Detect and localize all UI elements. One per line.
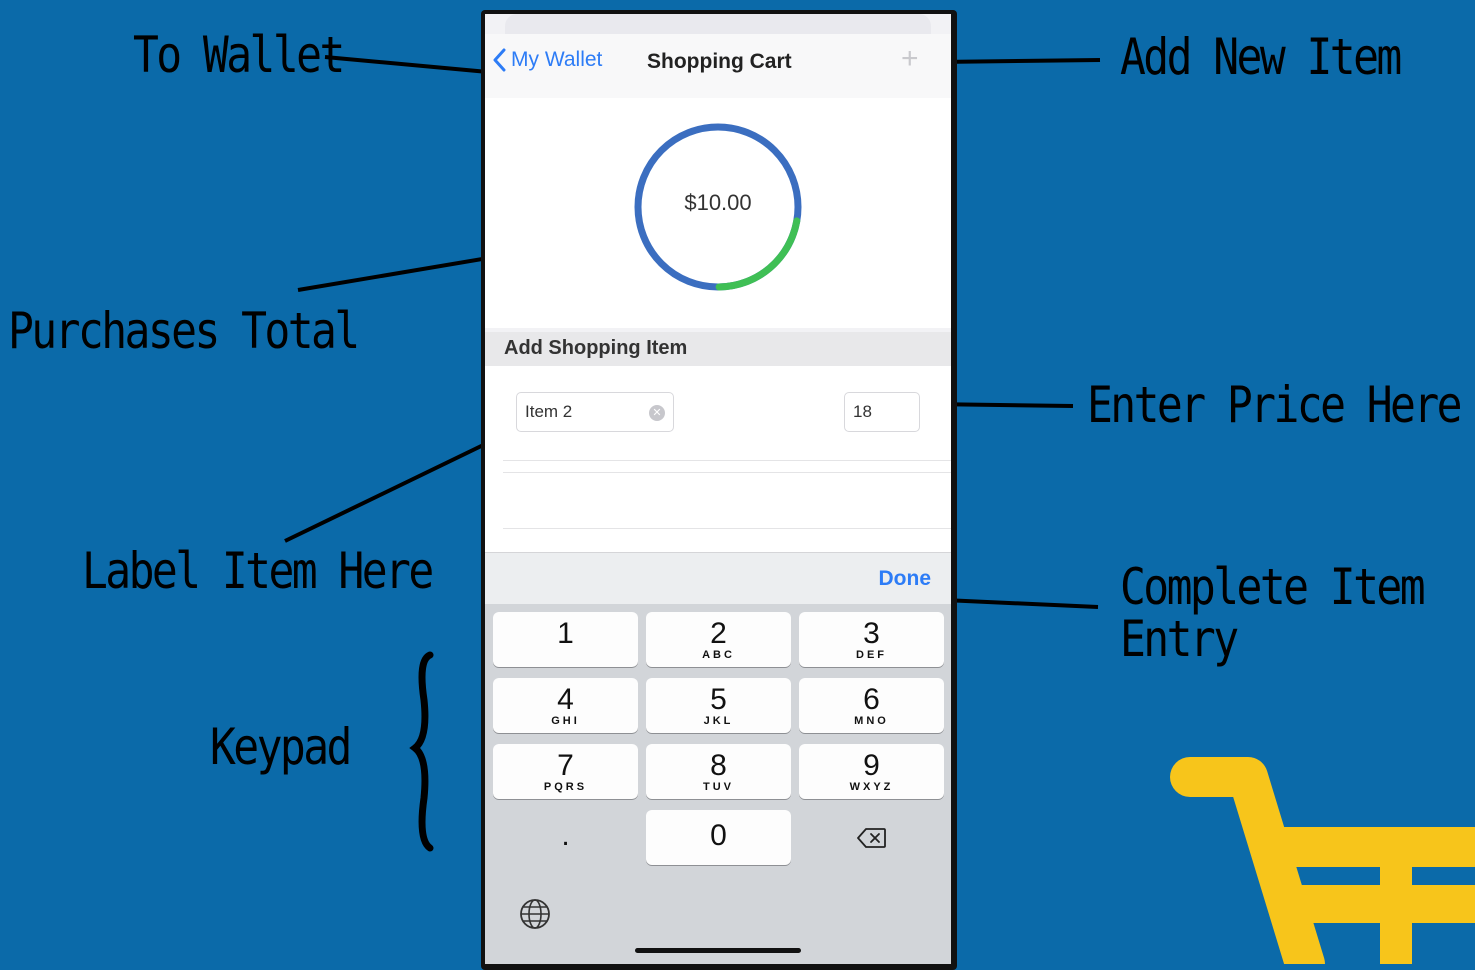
key-digit: 9 bbox=[863, 749, 880, 782]
price-input[interactable]: 18 bbox=[844, 392, 920, 432]
key-letters: PQRS bbox=[543, 781, 588, 793]
shopping-cart-icon bbox=[1170, 757, 1475, 964]
to-wallet-callout: To Wallet bbox=[133, 26, 345, 84]
key-2[interactable]: 2 ABC bbox=[646, 612, 791, 667]
add-item-form: Item 2 ✕ 18 bbox=[485, 366, 951, 552]
total-panel: $10.00 bbox=[485, 98, 951, 328]
key-7[interactable]: 7 PQRS bbox=[493, 744, 638, 799]
key-digit: 3 bbox=[863, 617, 880, 650]
sheet-top bbox=[505, 14, 931, 34]
key-9[interactable]: 9 WXYZ bbox=[799, 744, 944, 799]
key-digit: 6 bbox=[863, 683, 880, 716]
section-header: Add Shopping Item bbox=[485, 332, 951, 366]
globe-icon[interactable] bbox=[519, 898, 551, 930]
navigation-bar: My Wallet Shopping Cart + bbox=[485, 34, 951, 98]
row-divider bbox=[503, 460, 951, 461]
row-divider bbox=[503, 528, 951, 529]
key-digit: 2 bbox=[710, 617, 727, 650]
backspace-icon bbox=[856, 828, 886, 848]
clear-icon[interactable]: ✕ bbox=[649, 405, 665, 421]
key-letters: ABC bbox=[702, 649, 735, 661]
numeric-keypad: 1 2 ABC 3 DEF 4 GHI 5 JKL 6 MNO 7 PQRS 8 TUV 9W… bbox=[485, 604, 951, 964]
key-letters: TUV bbox=[703, 781, 734, 793]
back-button-label: My Wallet bbox=[511, 48, 603, 71]
add-new-item-callout: Add New Item bbox=[1120, 28, 1402, 86]
phone-screen: My Wallet Shopping Cart + $10.00 Add Sho… bbox=[485, 14, 951, 964]
key-8[interactable]: 8 TUV bbox=[646, 744, 791, 799]
key-digit: 0 bbox=[710, 819, 727, 852]
enter-price-callout: Enter Price Here bbox=[1087, 376, 1463, 434]
complete-item-entry-callout: Entry bbox=[1120, 610, 1239, 668]
price-value: 18 bbox=[853, 402, 872, 421]
item-name-value: Item 2 bbox=[525, 402, 573, 421]
key-1[interactable]: 1 bbox=[493, 612, 638, 667]
plus-icon: + bbox=[901, 42, 919, 75]
keyboard-accessory-bar: Done bbox=[485, 552, 951, 605]
back-to-wallet-button[interactable]: My Wallet bbox=[493, 48, 602, 72]
item-name-input[interactable]: Item 2 ✕ bbox=[516, 392, 674, 432]
key-letters: GHI bbox=[551, 715, 580, 727]
key-digit: 5 bbox=[710, 683, 727, 716]
key-letters: WXYZ bbox=[849, 781, 894, 793]
section-header-label: Add Shopping Item bbox=[504, 337, 688, 359]
add-item-button[interactable]: + bbox=[901, 42, 919, 76]
key-letters: MNO bbox=[854, 715, 889, 727]
delete-key[interactable] bbox=[799, 810, 944, 865]
progress-arc bbox=[715, 217, 801, 291]
key-digit: 8 bbox=[710, 749, 727, 782]
purchases-total-callout: Purchases Total bbox=[8, 302, 360, 360]
key-digit: 7 bbox=[557, 749, 574, 782]
key-5[interactable]: 5 JKL bbox=[646, 678, 791, 733]
key-0[interactable]: 0 bbox=[646, 810, 791, 865]
home-indicator bbox=[635, 948, 801, 953]
page-title: Shopping Cart bbox=[647, 50, 792, 73]
row-divider bbox=[503, 472, 951, 473]
key-4[interactable]: 4 GHI bbox=[493, 678, 638, 733]
key-digit: 1 bbox=[557, 617, 574, 650]
key-digit: . bbox=[561, 819, 570, 852]
key-3[interactable]: 3 DEF bbox=[799, 612, 944, 667]
total-amount: $10.00 bbox=[684, 190, 752, 215]
key-digit: 4 bbox=[557, 683, 574, 716]
complete-item-callout: Complete Item bbox=[1120, 558, 1426, 616]
key-letters: DEF bbox=[856, 649, 887, 661]
done-button[interactable]: Done bbox=[879, 567, 932, 591]
label-item-callout: Label Item Here bbox=[82, 542, 434, 600]
chevron-left-icon bbox=[493, 48, 506, 72]
keypad-callout: Keypad bbox=[210, 718, 352, 776]
key-decimal[interactable]: . bbox=[493, 810, 638, 865]
key-letters: JKL bbox=[703, 715, 734, 727]
key-6[interactable]: 6 MNO bbox=[799, 678, 944, 733]
